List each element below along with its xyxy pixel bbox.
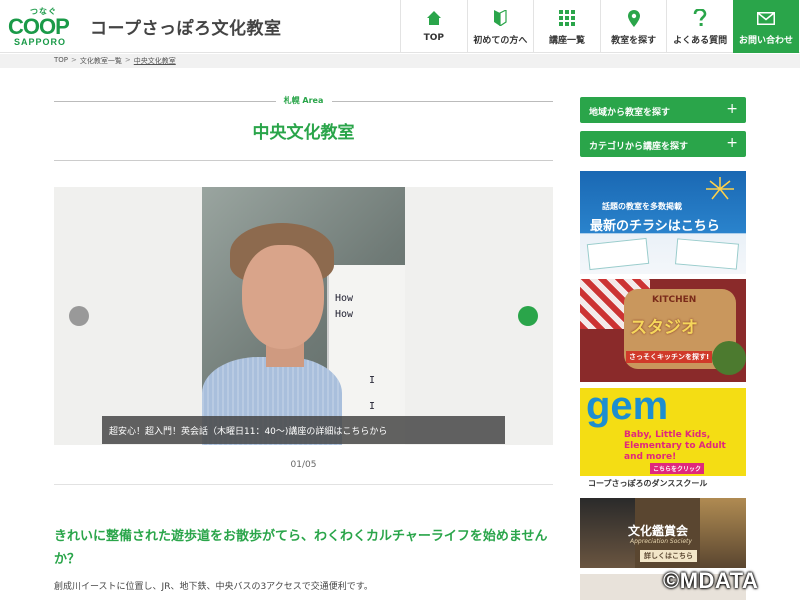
breadcrumb: TOP > 文化教室一覧 > 中央文化教室 [54, 56, 176, 66]
stage-photo [700, 498, 746, 568]
button-label: 地域から教室を探す [589, 108, 671, 118]
plus-icon: + [726, 135, 738, 151]
site-header: つなぐ COOP SAPPORO コープさっぽろ文化教室 TOP 初めての方へ [0, 0, 800, 53]
flyer-banner[interactable]: 話題の教室を多数掲載 最新のチラシはこちら [580, 171, 746, 274]
slide-caption[interactable]: 超安心！超入門！英会話（木曜日11：40〜)講座の詳細はこちらから [102, 416, 505, 444]
banner-title: gem [586, 388, 669, 428]
nav-beginners[interactable]: 初めての方へ [466, 0, 534, 53]
page-title: 中央文化教室 [252, 123, 355, 143]
nav-course-list[interactable]: 講座一覧 [533, 0, 600, 53]
slider-divider [54, 484, 553, 485]
home-icon [425, 9, 443, 27]
coop-sapporo-logo[interactable]: つなぐ COOP SAPPORO [8, 6, 84, 48]
slider-next-button[interactable] [518, 306, 538, 326]
area-label: 札幌 Area [283, 96, 324, 105]
banner-footer: コープさっぽろのダンススクール [588, 479, 708, 488]
mail-icon [756, 9, 775, 27]
site-title[interactable]: コープさっぽろ文化教室 [90, 14, 281, 39]
banner-main-text: スタジオ [630, 318, 698, 338]
banner-title: 話題の教室を多数掲載 [602, 202, 682, 211]
whiteboard-text: How [335, 293, 354, 304]
appreciation-society-banner[interactable]: 文化鑑賞会 Appreciation Society 詳しくはこちら [580, 498, 746, 568]
beginner-leaf-icon [491, 9, 509, 27]
title-divider [54, 160, 553, 161]
breadcrumb-top[interactable]: TOP [54, 56, 68, 66]
plus-icon: + [726, 101, 738, 117]
banner-cta: さっそくキッチンを探す! [626, 351, 713, 363]
breadcrumb-separator: > [71, 56, 77, 64]
breadcrumb-classroom-list[interactable]: 文化教室一覧 [80, 56, 122, 66]
search-by-category-button[interactable]: カテゴリから講座を探す + [580, 131, 746, 157]
nav-label: よくある質問 [673, 36, 728, 46]
nav-find-classroom[interactable]: 教室を探す [599, 0, 667, 53]
breadcrumb-separator: > [124, 56, 131, 64]
nav-label: お問い合わせ [738, 36, 793, 46]
banner-subtitle: Appreciation Society [630, 538, 692, 545]
question-icon [691, 9, 709, 27]
whiteboard-text: How [335, 309, 354, 320]
nav-contact[interactable]: お問い合わせ [732, 0, 799, 53]
nav-label: 初めての方へ [473, 36, 528, 46]
nav-label: TOP [423, 33, 444, 43]
teacher-face [242, 245, 324, 349]
slide-counter: 01/05 [290, 460, 317, 470]
main-nav: TOP 初めての方へ 講座一覧 教室を探す よくある質問 お問い合わせ [400, 0, 799, 53]
nav-faq[interactable]: よくある質問 [666, 0, 733, 53]
banner-title: KITCHEN [652, 295, 697, 305]
breadcrumb-current[interactable]: 中央文化教室 [134, 56, 176, 66]
gem-dance-school-banner[interactable]: gem Baby, Little Kids, Elementary to Adu… [580, 388, 746, 491]
grid-icon [558, 9, 576, 27]
banner-title: 文化鑑賞会 [628, 524, 689, 538]
breadcrumb-bar: TOP > 文化教室一覧 > 中央文化教室 [0, 54, 800, 68]
button-label: カテゴリから講座を探す [589, 142, 689, 152]
nav-label: 教室を探す [611, 36, 657, 46]
pumpkin-decoration [712, 341, 746, 375]
nav-top[interactable]: TOP [400, 0, 467, 53]
fireworks-icon [706, 177, 734, 200]
intro-body: 創成川イーストに位置し、JR、地下鉄、中央バスの3アクセスで交通便利です。 [54, 582, 373, 592]
kitchen-studio-banner[interactable]: KITCHEN スタジオ さっそくキッチンを探す! [580, 279, 746, 382]
intro-headline: きれいに整備された遊歩道をお散歩がてら、わくわくカルチャーライフを始めませんか？ [54, 529, 548, 567]
piano-photo [580, 498, 635, 568]
banner-subtitle: Baby, Little Kids, Elementary to Adult a… [624, 430, 726, 462]
banner-cta: 詳しくはこちら [640, 550, 697, 562]
search-by-area-button[interactable]: 地域から教室を探す + [580, 97, 746, 123]
sidebar: 地域から教室を探す + カテゴリから講座を探す + 話題の教室を多数掲載 最新の… [580, 97, 746, 600]
banner-main-text: 最新のチラシはこちら [590, 219, 720, 234]
map-pin-icon [625, 9, 643, 27]
banner-cta: こちらをクリック [650, 463, 705, 474]
logo-sub: SAPPORO [14, 37, 67, 47]
copyright-watermark: ©MDATA [663, 568, 759, 593]
nav-label: 講座一覧 [548, 36, 585, 46]
whiteboard-text: I [369, 401, 376, 412]
main-content: 札幌 Area 中央文化教室 How How I I 超安心！超入門！英会話（木… [54, 70, 553, 600]
whiteboard-text: I [369, 375, 376, 386]
image-slider: How How I I 超安心！超入門！英会話（木曜日11：40〜)講座の詳細は… [54, 187, 553, 445]
slider-prev-button[interactable] [69, 306, 89, 326]
slide-photo-english-teacher[interactable]: How How I I [202, 187, 405, 445]
flyer-thumbnail [674, 238, 740, 270]
flyer-thumbnail [586, 237, 650, 271]
